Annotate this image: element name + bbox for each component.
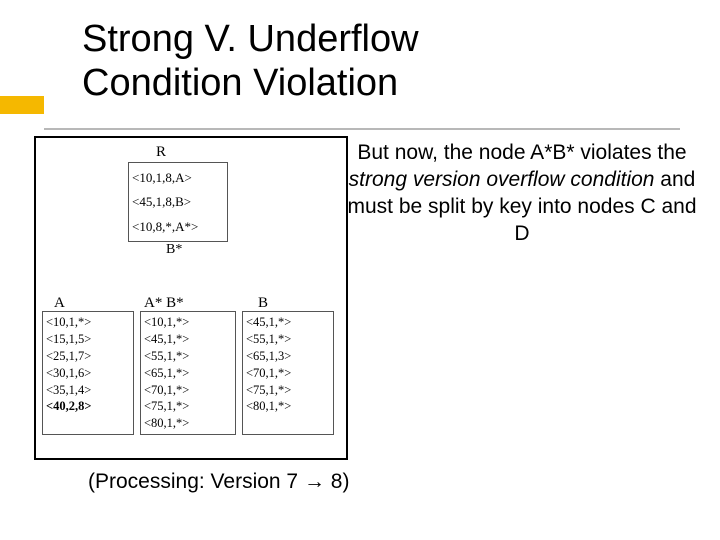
leaf-box-astar-bstar: <10,1,*> <45,1,*> <55,1,*> <65,1,*> <70,…	[140, 311, 236, 435]
leaf-entry: <40,2,8>	[46, 398, 130, 415]
body-italic: strong version overflow condition	[349, 168, 655, 191]
leaf-entry: <45,1,*>	[246, 314, 330, 331]
leaf-entry: <75,1,*>	[144, 398, 232, 415]
title-line-2: Condition Violation	[82, 62, 398, 104]
leaf-box-a: <10,1,*> <15,1,5> <25,1,7> <30,1,6> <35,…	[42, 311, 134, 435]
leaf-entry: <10,1,*>	[144, 314, 232, 331]
accent-bar	[0, 96, 44, 114]
arrow-icon: →	[298, 470, 331, 493]
title-line-1: Strong V. Underflow	[82, 18, 419, 60]
bstar-label: B*	[166, 241, 182, 260]
leaf-row: <10,1,*> <15,1,5> <25,1,7> <30,1,6> <35,…	[42, 311, 340, 435]
root-entry: <10,8,*,A*>	[132, 218, 224, 236]
caption-post: 8)	[331, 470, 350, 493]
leaf-entry: <55,1,*>	[144, 348, 232, 365]
leaf-entry: <45,1,*>	[144, 331, 232, 348]
leaf-entry: <25,1,7>	[46, 348, 130, 365]
slide-title: Strong V. Underflow Condition Violation	[82, 18, 602, 105]
processing-caption: (Processing: Version 7 → 8)	[88, 470, 349, 494]
caption-pre: (Processing: Version 7	[88, 470, 298, 493]
leaf-entry: <70,1,*>	[246, 365, 330, 382]
slide: Strong V. Underflow Condition Violation …	[0, 0, 720, 540]
leaf-entry: <30,1,6>	[46, 365, 130, 382]
root-entry: <45,1,8,B>	[132, 193, 224, 211]
leaf-entry: <10,1,*>	[46, 314, 130, 331]
root-entry: <10,1,8,A>	[132, 169, 224, 187]
body-pre: But now, the node A*B* violates the	[357, 141, 686, 164]
horizontal-rule	[44, 128, 680, 130]
btree-diagram: R <10,1,8,A> <45,1,8,B> <10,8,*,A*> B* A…	[34, 136, 348, 460]
leaf-entry: <80,1,*>	[246, 398, 330, 415]
leaf-entry: <55,1,*>	[246, 331, 330, 348]
leaf-entry: <65,1,*>	[144, 365, 232, 382]
root-label: R	[156, 142, 166, 162]
leaf-entry: <75,1,*>	[246, 382, 330, 399]
leaf-entry: <15,1,5>	[46, 331, 130, 348]
leaf-entry: <65,1,3>	[246, 348, 330, 365]
leaf-entry: <70,1,*>	[144, 382, 232, 399]
root-node-box: <10,1,8,A> <45,1,8,B> <10,8,*,A*>	[128, 162, 228, 242]
leaf-entry: <35,1,4>	[46, 382, 130, 399]
leaf-box-b: <45,1,*> <55,1,*> <65,1,3> <70,1,*> <75,…	[242, 311, 334, 435]
body-paragraph: But now, the node A*B* violates the stro…	[342, 140, 702, 248]
leaf-entry: <80,1,*>	[144, 415, 232, 432]
